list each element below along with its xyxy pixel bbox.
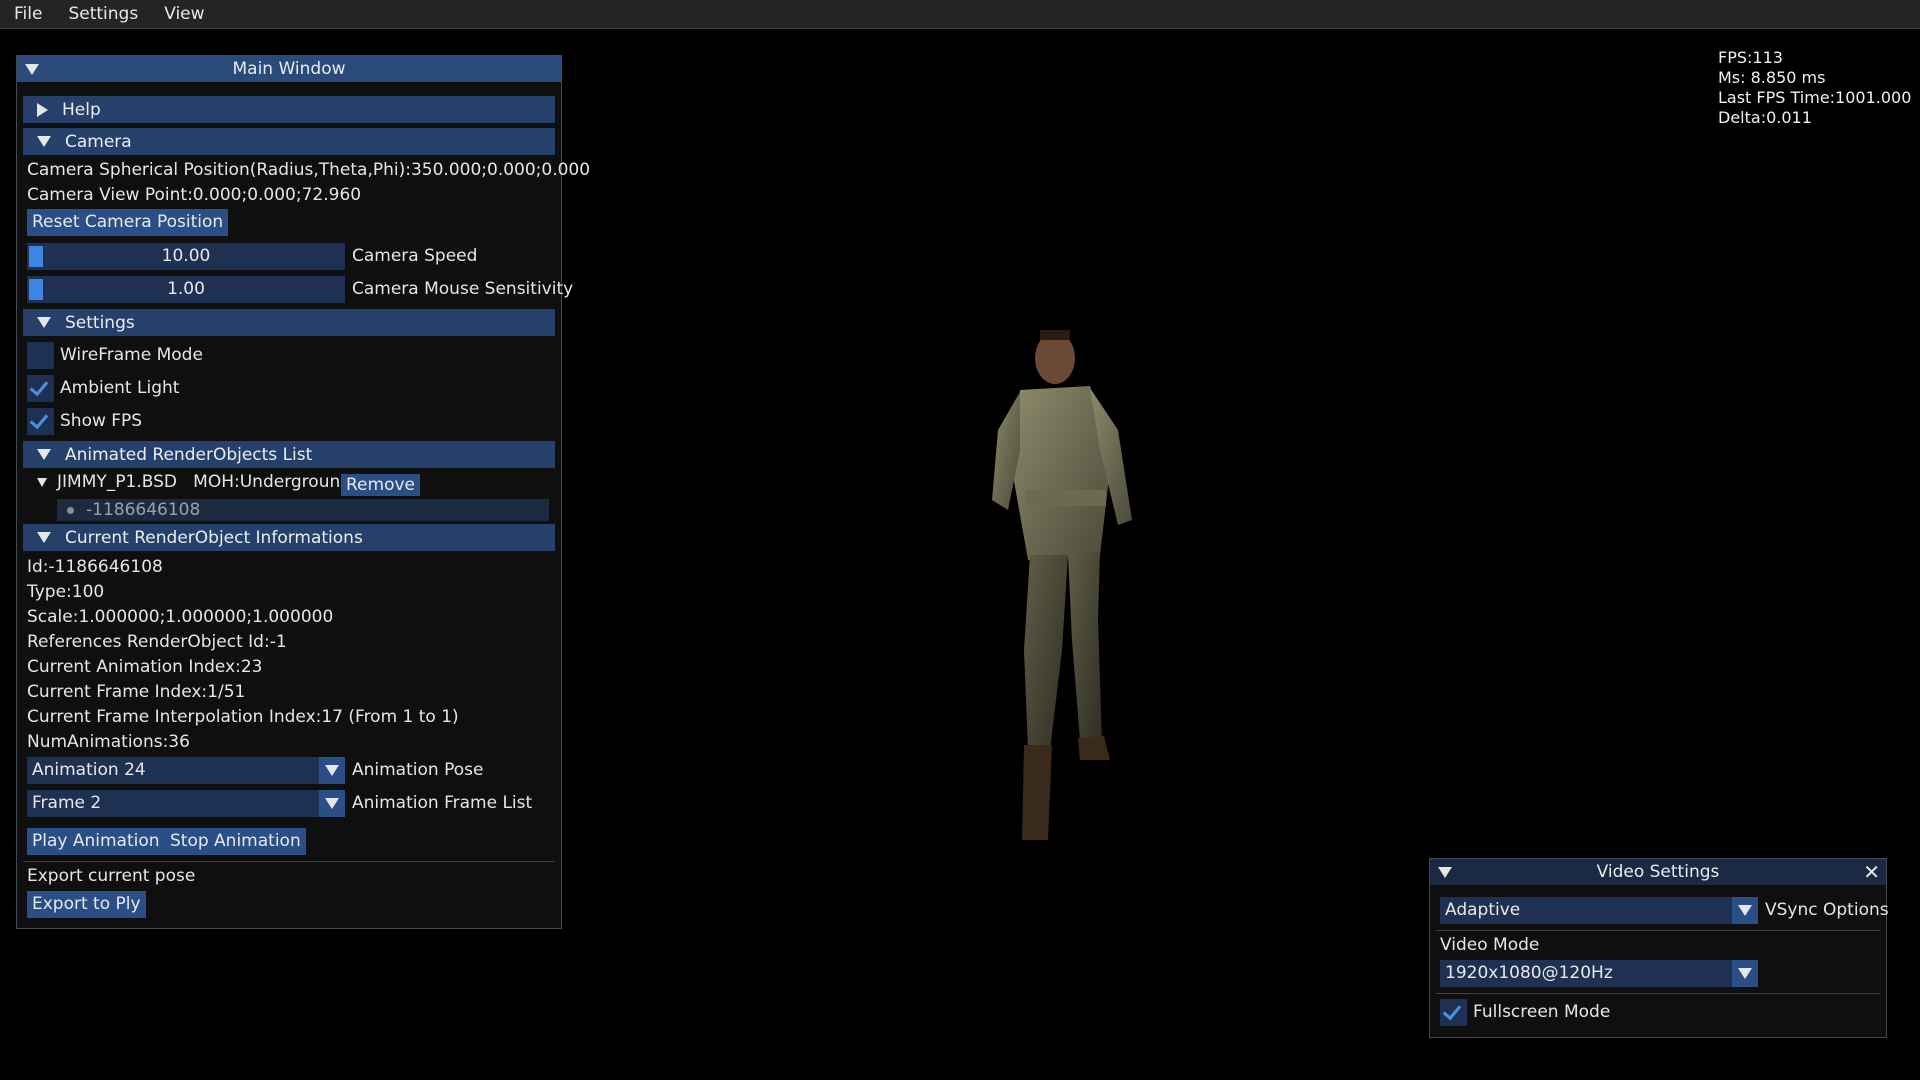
separator (1436, 993, 1880, 994)
checkmark-icon (29, 409, 49, 430)
header-camera-label: Camera (65, 131, 132, 152)
camera-speed-value: 10.00 (161, 246, 211, 266)
fullscreen-checkbox[interactable] (1440, 999, 1467, 1026)
vsync-value: Adaptive (1445, 900, 1521, 920)
animation-frame-combo[interactable]: Frame 2 (27, 790, 345, 817)
fps-overlay: FPS:113 Ms: 8.850 ms Last FPS Time:1001.… (1718, 48, 1911, 128)
export-ply-button[interactable]: Export to Ply (27, 891, 146, 918)
main-window-title: Main Window (232, 59, 346, 79)
mouse-sensitivity-slider[interactable]: 1.00 (27, 276, 345, 303)
animation-pose-value: Animation 24 (32, 760, 146, 780)
main-window: Main Window Help Camera Camera Spherical… (16, 55, 590, 929)
fps-text: FPS:113 (1718, 48, 1783, 67)
info-scale: Scale:1.000000;1.000000;1.000000 (27, 607, 334, 627)
info-interpolation-index: Current Frame Interpolation Index:17 (Fr… (27, 707, 459, 727)
info-frame-index: Current Frame Index:1/51 (27, 682, 246, 702)
bullet-icon (67, 507, 74, 514)
menu-bar: File Settings View (0, 0, 1920, 29)
delta-text: Delta:0.011 (1718, 108, 1812, 127)
dropdown-arrow-icon[interactable] (319, 790, 345, 817)
camera-spherical-text: Camera Spherical Position(Radius,Theta,P… (27, 160, 591, 180)
show-fps-checkbox[interactable] (27, 408, 54, 435)
wireframe-checkbox[interactable] (27, 342, 54, 369)
collapse-arrow-icon (37, 449, 51, 460)
tree-child-row[interactable]: -1186646108 (57, 499, 549, 521)
separator (1436, 930, 1880, 931)
tree-child-label: -1186646108 (86, 500, 201, 520)
collapse-arrow-icon (37, 136, 51, 147)
collapse-arrow-icon (37, 532, 51, 543)
checkmark-icon (29, 376, 49, 397)
close-icon[interactable]: ✕ (1863, 859, 1880, 885)
mouse-sensitivity-value: 1.00 (167, 279, 205, 299)
header-animated-list-label: Animated RenderObjects List (65, 444, 313, 465)
header-info-label: Current RenderObject Informations (65, 527, 363, 548)
ambient-light-checkbox[interactable] (27, 375, 54, 402)
info-animation-index: Current Animation Index:23 (27, 657, 263, 677)
tree-node-arrow-icon[interactable] (37, 478, 47, 487)
video-settings-titlebar[interactable]: Video Settings ✕ (1430, 859, 1886, 885)
video-settings-title: Video Settings (1596, 862, 1720, 882)
animation-pose-label: Animation Pose (352, 760, 484, 780)
vsync-label: VSync Options (1765, 900, 1889, 920)
checkmark-icon (1442, 1000, 1462, 1021)
menu-settings[interactable]: Settings (54, 0, 150, 28)
animation-pose-combo[interactable]: Animation 24 (27, 757, 345, 784)
info-id: Id:-1186646108 (27, 557, 163, 577)
camera-speed-slider[interactable]: 10.00 (27, 243, 345, 270)
character-model-render (950, 320, 1190, 845)
remove-button[interactable]: Remove (341, 474, 420, 496)
animation-frame-label: Animation Frame List (352, 793, 533, 813)
play-animation-button[interactable]: Play Animation (27, 828, 165, 855)
info-num-animations: NumAnimations:36 (27, 732, 190, 752)
collapse-arrow-icon (37, 317, 51, 328)
animation-frame-value: Frame 2 (32, 793, 102, 813)
slider-grab-handle[interactable] (29, 279, 43, 300)
stop-animation-button[interactable]: Stop Animation (165, 828, 306, 855)
expand-arrow-icon (37, 102, 48, 117)
header-camera[interactable]: Camera (23, 128, 555, 155)
fullscreen-label: Fullscreen Mode (1473, 1002, 1611, 1022)
dropdown-arrow-icon[interactable] (1732, 897, 1758, 924)
camera-view-point-text: Camera View Point:0.000;0.000;72.960 (27, 185, 362, 205)
video-settings-window: Video Settings ✕ Adaptive VSync Options … (1429, 858, 1889, 1038)
info-references: References RenderObject Id:-1 (27, 632, 287, 652)
header-settings-label: Settings (65, 312, 135, 333)
video-mode-combo[interactable]: 1920x1080@120Hz (1440, 960, 1758, 987)
tree-node-label[interactable]: JIMMY_P1.BSD MOH:Underground (57, 472, 351, 492)
dropdown-arrow-icon[interactable] (1732, 960, 1758, 987)
video-mode-value: 1920x1080@120Hz (1445, 963, 1613, 983)
header-renderobject-info[interactable]: Current RenderObject Informations (23, 524, 555, 551)
camera-speed-label: Camera Speed (352, 246, 478, 266)
header-settings[interactable]: Settings (23, 309, 555, 336)
header-help[interactable]: Help (23, 96, 555, 123)
wireframe-label: WireFrame Mode (60, 345, 203, 365)
export-label: Export current pose (27, 866, 196, 886)
video-mode-label: Video Mode (1440, 935, 1540, 955)
dropdown-arrow-icon[interactable] (319, 757, 345, 784)
last-fps-time-text: Last FPS Time:1001.000 (1718, 88, 1912, 107)
show-fps-label: Show FPS (60, 411, 143, 431)
ms-text: Ms: 8.850 ms (1718, 68, 1826, 87)
main-window-titlebar[interactable]: Main Window (17, 56, 561, 82)
mouse-sensitivity-label: Camera Mouse Sensitivity (352, 279, 574, 299)
slider-grab-handle[interactable] (29, 246, 43, 267)
ambient-light-label: Ambient Light (60, 378, 180, 398)
menu-file[interactable]: File (0, 0, 54, 28)
separator (23, 861, 555, 862)
info-type: Type:100 (27, 582, 105, 602)
reset-camera-button[interactable]: Reset Camera Position (27, 209, 229, 236)
vsync-combo[interactable]: Adaptive (1440, 897, 1758, 924)
header-animated-list[interactable]: Animated RenderObjects List (23, 441, 555, 468)
menu-view[interactable]: View (150, 0, 216, 28)
header-help-label: Help (62, 99, 101, 120)
